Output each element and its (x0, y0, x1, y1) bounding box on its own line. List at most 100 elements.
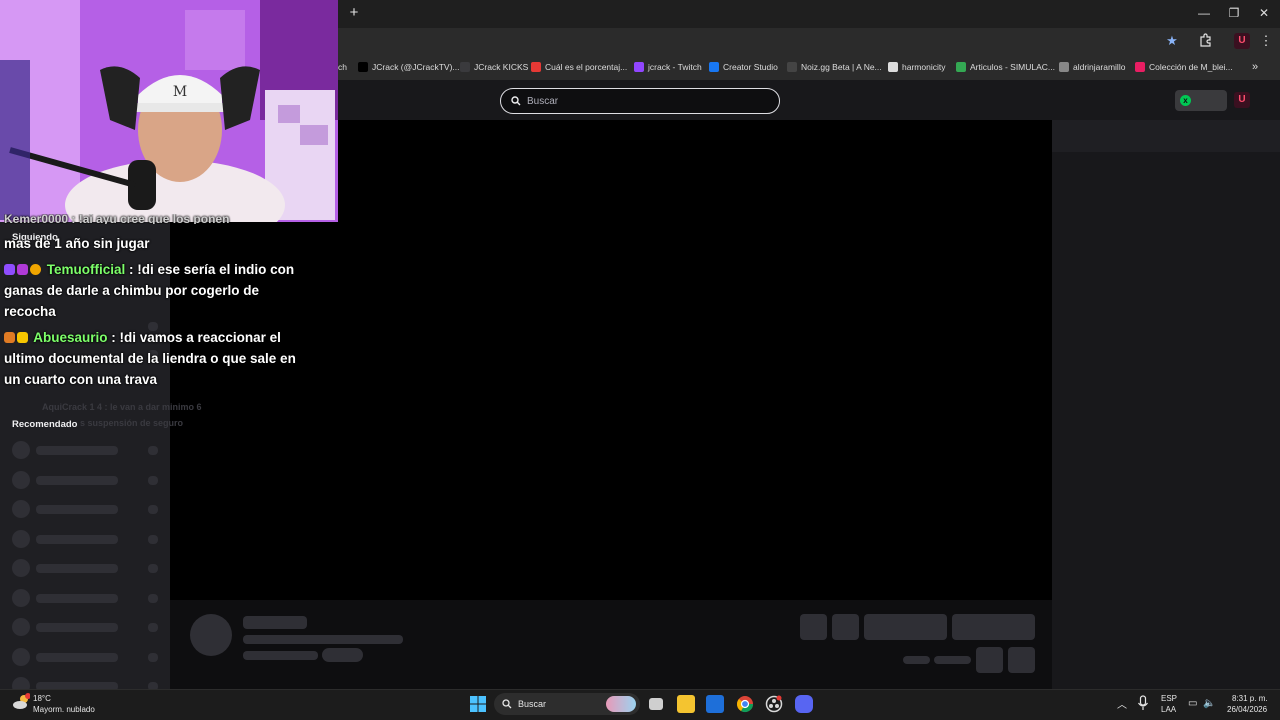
bookmark-item[interactable]: aldrinjaramillo (1059, 60, 1125, 74)
svg-text:M: M (173, 84, 187, 100)
sidebar-channel-skeleton (12, 530, 162, 548)
taskbar-search[interactable]: Buscar (494, 693, 640, 715)
stat-skeleton (903, 656, 930, 664)
bookmark-label: Cuál es el porcentaj... (545, 62, 628, 72)
skeleton-bar (36, 653, 118, 662)
bookmark-label: Articulos - SIMULAC... (970, 62, 1056, 72)
faded-chat-line: AquiCrack 1 4 : le van a dar minimo 6 (42, 402, 202, 412)
badge-icon (17, 332, 28, 343)
webcam-overlay: M (0, 0, 338, 222)
facebook-icon (709, 62, 719, 72)
bookmark-item[interactable]: ch (338, 60, 347, 74)
chat-message: Abuesaurio : !di vamos a reaccionar el u… (4, 327, 296, 390)
clock-date[interactable]: 26/04/2026 (1227, 705, 1267, 714)
webcam-image: M (0, 0, 338, 222)
channel-avatar-skeleton (12, 500, 30, 518)
bookmark-item[interactable]: JCrack KICKS (460, 60, 528, 74)
clock-time[interactable]: 8:31 p. m. (1232, 694, 1268, 703)
bookmark-item[interactable]: Noiz.gg Beta | A Ne... (787, 60, 882, 74)
profile-extension-icon[interactable]: U (1234, 33, 1250, 49)
search-input[interactable]: Buscar (500, 88, 780, 114)
taskbar-search-label: Buscar (518, 699, 547, 709)
microphone-icon[interactable] (1137, 695, 1155, 713)
channel-avatar-skeleton (12, 441, 30, 459)
channel-avatar-skeleton (12, 589, 30, 607)
chrome-icon[interactable] (736, 695, 754, 713)
browser-menu-icon[interactable]: ⋮ (1258, 33, 1274, 49)
noiz-icon (787, 62, 797, 72)
skeleton-bar (148, 653, 158, 662)
search-icon (502, 699, 512, 709)
twitch-icon (634, 62, 644, 72)
skeleton-bar (36, 564, 118, 573)
twitch-icon (460, 62, 470, 72)
show-hidden-icons[interactable]: ︿ (1117, 696, 1127, 711)
bookmark-item[interactable]: Articulos - SIMULAC... (956, 60, 1055, 74)
volume-icon[interactable]: 🔈 (1203, 698, 1215, 709)
badge-icon (17, 264, 28, 275)
bookmark-label: JCrack (@JCrackTV)... (372, 62, 460, 72)
obs-icon[interactable] (765, 695, 783, 713)
bookmark-item[interactable]: jcrack - Twitch (634, 60, 702, 74)
bookmark-label: Colección de M_blei... (1149, 62, 1233, 72)
recommended-heading: Recomendado (12, 419, 78, 430)
chat-column (1052, 120, 1280, 689)
screen: + — ❐ ✕ ★ U ⋮ ch JCrack (@JCrackTV)... JCr… (0, 0, 1280, 720)
close-window-button[interactable]: ✕ (1246, 4, 1280, 22)
channel-avatar-skeleton (190, 614, 232, 656)
category-skeleton (243, 651, 318, 660)
extensions-icon[interactable] (1198, 33, 1214, 49)
skeleton-bar (36, 446, 118, 455)
collection-icon (1135, 62, 1145, 72)
discord-icon[interactable] (795, 695, 813, 713)
channel-avatar-skeleton (12, 471, 30, 489)
new-tab-button[interactable]: + (346, 5, 362, 21)
mail-icon[interactable] (706, 695, 724, 713)
user-avatar[interactable]: U (1234, 92, 1250, 108)
start-icon[interactable] (469, 695, 487, 713)
bookmark-label: aldrinjaramillo (1073, 62, 1126, 72)
bookmark-item[interactable]: Cuál es el porcentaj... (531, 60, 627, 74)
input-layout[interactable]: LAA (1161, 705, 1176, 714)
bookmark-item[interactable]: JCrack (@JCrackTV)... (358, 60, 460, 74)
weather-desc: Mayorm. nublado (33, 705, 95, 714)
sidebar-channel-skeleton (12, 441, 162, 459)
sidebar-channel-skeleton (12, 648, 162, 666)
channel-avatar-skeleton (12, 618, 30, 636)
skeleton-bar (36, 535, 118, 544)
bookmark-label: harmonicity (902, 62, 946, 72)
chat-overlay: Kemer0000 : !ai ayu cree que los ponen m… (0, 212, 300, 392)
badge-icon (4, 264, 15, 275)
badge-icon (30, 264, 41, 275)
chat-username[interactable]: Temuofficial (47, 262, 126, 277)
chat-header (1052, 120, 1280, 152)
search-highlight-icon (606, 696, 636, 712)
bookmark-item[interactable]: Creator Studio (709, 60, 778, 74)
windows-taskbar (0, 689, 1280, 720)
bookmark-label: jcrack - Twitch (648, 62, 702, 72)
sidebar-channel-skeleton (12, 589, 162, 607)
input-language[interactable]: ESP (1161, 694, 1177, 703)
task-view-icon[interactable] (649, 698, 663, 710)
channel-avatar-skeleton (12, 559, 30, 577)
skeleton-bar (148, 594, 158, 603)
sidebar-channel-skeleton (12, 559, 162, 577)
s-icon (531, 62, 541, 72)
more-bookmarks-button[interactable]: » (1252, 60, 1258, 74)
chat-message: Temuofficial : !di ese sería el indio co… (4, 259, 296, 322)
weather-icon[interactable] (12, 693, 31, 711)
network-icon[interactable]: ▭ (1188, 698, 1197, 709)
skeleton-bar (36, 623, 118, 632)
skeleton-bar (148, 623, 158, 632)
channel-avatar-skeleton (12, 530, 30, 548)
skeleton-bar (36, 505, 118, 514)
file-explorer-icon[interactable] (677, 695, 695, 713)
address-bar[interactable] (340, 31, 1200, 53)
bookmark-item[interactable]: Colección de M_blei... (1135, 60, 1233, 74)
bookmark-item[interactable]: harmonicity (888, 60, 945, 74)
skeleton-bar (148, 446, 158, 455)
chat-username[interactable]: Abuesaurio (33, 330, 107, 345)
action-skeleton (800, 614, 827, 640)
bookmark-star-icon[interactable]: ★ (1164, 33, 1180, 49)
drive-icon (956, 62, 966, 72)
